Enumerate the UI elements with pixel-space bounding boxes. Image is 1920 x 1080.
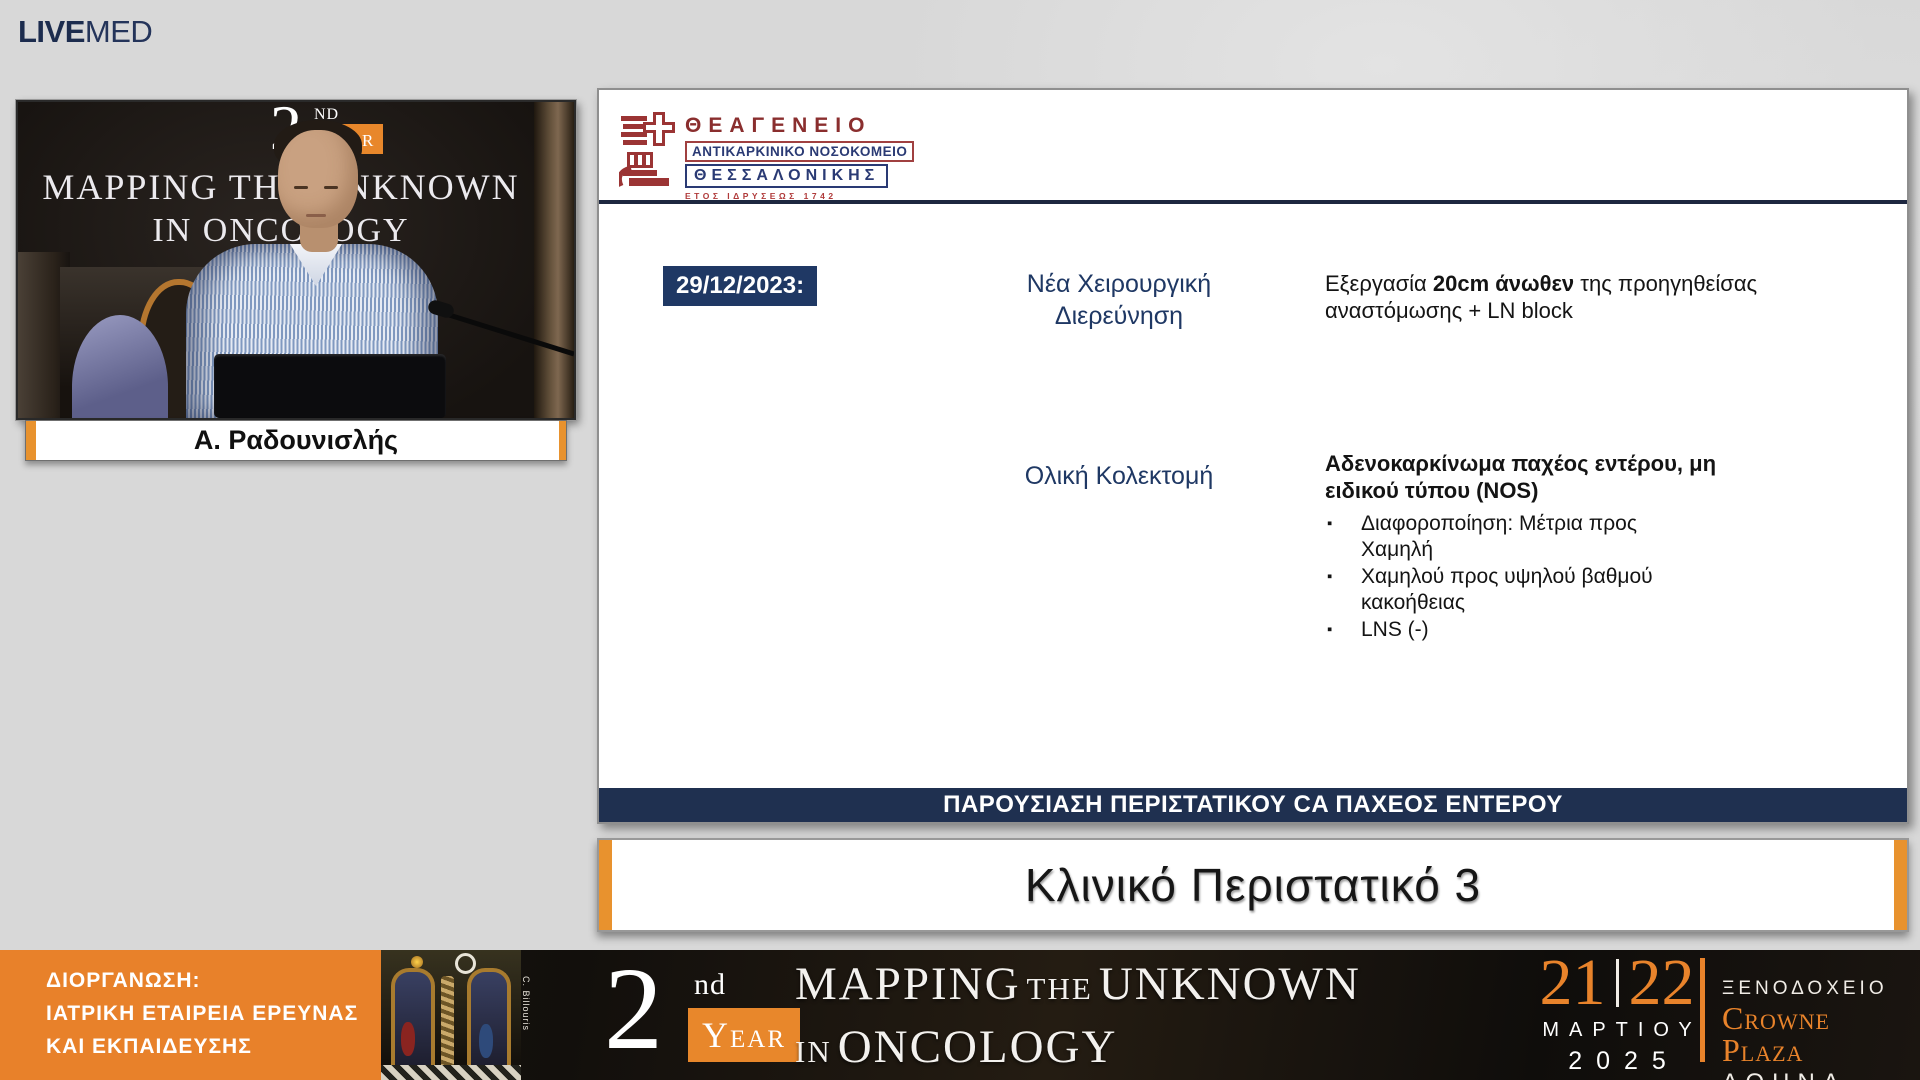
bullet-text: LNS (-) [1361,618,1429,641]
row1-text-bold: 20cm άνωθεν [1433,271,1574,296]
dates-divider [1616,959,1619,1007]
organizer-line3: ΚΑΙ ΕΚΠΑΙΔΕΥΣΗΣ [46,1030,381,1063]
bullet-text: Χαμηλού προς υψηλού βαθμού κακοήθειας [1361,565,1653,614]
venue-name: Crowne Plaza [1722,1002,1920,1066]
title-word-unknown: UNKNOWN [1099,958,1361,1010]
row1-text-rest: της προηγηθείσας [1574,271,1757,296]
footer-year-sup: nd [694,968,726,1002]
speaker-eye-right [324,186,338,189]
footer-year-logo: 2 nd Year [604,950,794,1080]
pathology-bullet-list: Διαφοροποίηση: Μέτρια προς Χαμηλή Χαμηλο… [1325,511,1665,643]
case-title: Κλινικό Περιστατικό 3 [599,840,1907,930]
title-word-the: THE [1027,971,1093,1006]
row1-text-line1: Εξεργασία 20cm άνωθεν της προηγηθείσας [1325,270,1765,297]
event-year: 2025 [1528,1047,1706,1076]
speaker-mouth [306,214,326,217]
artwork-ring-icon [455,953,476,974]
speaker-video: 2 ND Year MAPPING THE UNKNOWN IN ONCOLOG… [16,100,576,420]
hospital-city: ΘΕΣΣΑΛΟΝΙΚΗΣ [685,164,888,188]
speaker-name: Α. Ραδουνισλής [26,421,566,460]
livemed-logo-live: LIVE [18,14,85,49]
row1-label-line1: Νέα Χειρουργική [999,268,1239,300]
pathology-heading-line1: Αδενοκαρκίνωμα παχέος εντέρου, μη [1325,450,1755,477]
artwork-sun-icon [411,956,423,968]
row1-label: Νέα Χειρουργική Διερεύνηση [999,268,1239,332]
venue-city: ΑΘΗΝΑ [1722,1069,1920,1080]
venue-label: ΞΕΝΟΔΟΧΕΙΟ [1722,978,1920,1000]
artwork-credit: C. Billouris [521,976,531,1076]
title-word-in: IN [795,1034,832,1069]
case-title-banner: Κλινικό Περιστατικό 3 [597,838,1909,932]
event-venue: ΞΕΝΟΔΟΧΕΙΟ Crowne Plaza ΑΘΗΝΑ [1722,978,1920,1080]
organizer-block: ΔΙΟΡΓΑΝΩΣΗ: ΙΑΤΡΙΚΗ ΕΤΑΙΡΕΙΑ ΕΡΕΥΝΑΣ ΚΑΙ… [0,950,381,1080]
row2-label: Ολική Κολεκτομή [999,462,1239,491]
livestream-page: LIVEMED 2 ND Year MAPPING THE UNKNOWN IN… [0,0,1920,1080]
speaker-eye-left [294,186,308,189]
row1-text-prefix: Εξεργασία [1325,271,1433,296]
hospital-name: ΘΕΑΓΕΝΕΙΟ [685,114,914,138]
row1-label-line2: Διερεύνηση [999,300,1239,332]
event-dates: 21 22 ΜΑΡΤΙΟΥ 2025 [1528,952,1706,1076]
event-day2: 22 [1629,952,1695,1014]
slide-footer-bar: ΠΑΡΟΥΣΙΑΣΗ ΠΕΡΙΣΤΑΤΙΚΟΥ CA ΠΑΧΕΟΣ ΕΝΤΕΡΟ… [599,788,1907,822]
livemed-logo-med: MED [85,14,152,49]
footer-year-number: 2 [604,944,663,1074]
speaker-name-bar: Α. Ραδουνισλής [25,420,567,461]
microphone-icon [394,292,574,372]
footer-artwork [381,950,521,1080]
footer-year-word: Year [688,1008,800,1062]
title-word-mapping: MAPPING [795,958,1021,1010]
date-badge: 29/12/2023: [663,266,817,306]
slide-header-divider [599,200,1907,204]
event-month: ΜΑΡΤΙΟΥ [1528,1019,1706,1042]
hospital-building-icon [619,110,677,190]
row2-text: Αδενοκαρκίνωμα παχέος εντέρου, μη ειδικο… [1325,450,1755,643]
pathology-bullet: Διαφοροποίηση: Μέτρια προς Χαμηλή [1325,511,1665,563]
row1-text: Εξεργασία 20cm άνωθεν της προηγηθείσας α… [1325,270,1765,324]
artwork-column-icon [441,976,454,1068]
pathology-bullet: LNS (-) [1325,617,1665,643]
artwork-figure-red [401,1022,415,1056]
pathology-bullet: Χαμηλού προς υψηλού βαθμού κακοήθειας [1325,564,1665,616]
livemed-logo: LIVEMED [18,14,152,50]
row1-text-line2: αναστόμωσης + LN block [1325,297,1765,324]
artwork-arch-left-icon [391,968,435,1072]
event-day1: 21 [1540,952,1606,1014]
organizer-line1: ΔΙΟΡΓΑΝΩΣΗ: [46,964,381,997]
hospital-subtitle: ΑΝΤΙΚΑΡΚΙΝΙΚΟ ΝΟΣΟΚΟΜΕΙΟ [685,141,914,162]
artwork-figure-blue [479,1024,493,1058]
pathology-heading-line2: ειδικού τύπου (NOS) [1325,477,1755,504]
footer-event-title: MAPPING THE UNKNOWN IN ONCOLOGY [795,958,1361,1080]
hospital-logo-text: ΘΕΑΓΕΝΕΙΟ ΑΝΤΙΚΑΡΚΙΝΙΚΟ ΝΟΣΟΚΟΜΕΙΟ ΘΕΣΣΑ… [685,114,914,201]
footer-orange-divider [1700,958,1705,1062]
organizer-line2: ΙΑΤΡΙΚΗ ΕΤΑΙΡΕΙΑ ΕΡΕΥΝΑΣ [46,997,381,1030]
presentation-slide: ΘΕΑΓΕΝΕΙΟ ΑΝΤΙΚΑΡΚΙΝΙΚΟ ΝΟΣΟΚΟΜΕΙΟ ΘΕΣΣΑ… [597,88,1909,824]
title-word-oncology: ONCOLOGY [838,1021,1118,1073]
artwork-checker-floor [381,1065,521,1080]
bullet-text: Διαφοροποίηση: Μέτρια προς Χαμηλή [1361,512,1637,561]
